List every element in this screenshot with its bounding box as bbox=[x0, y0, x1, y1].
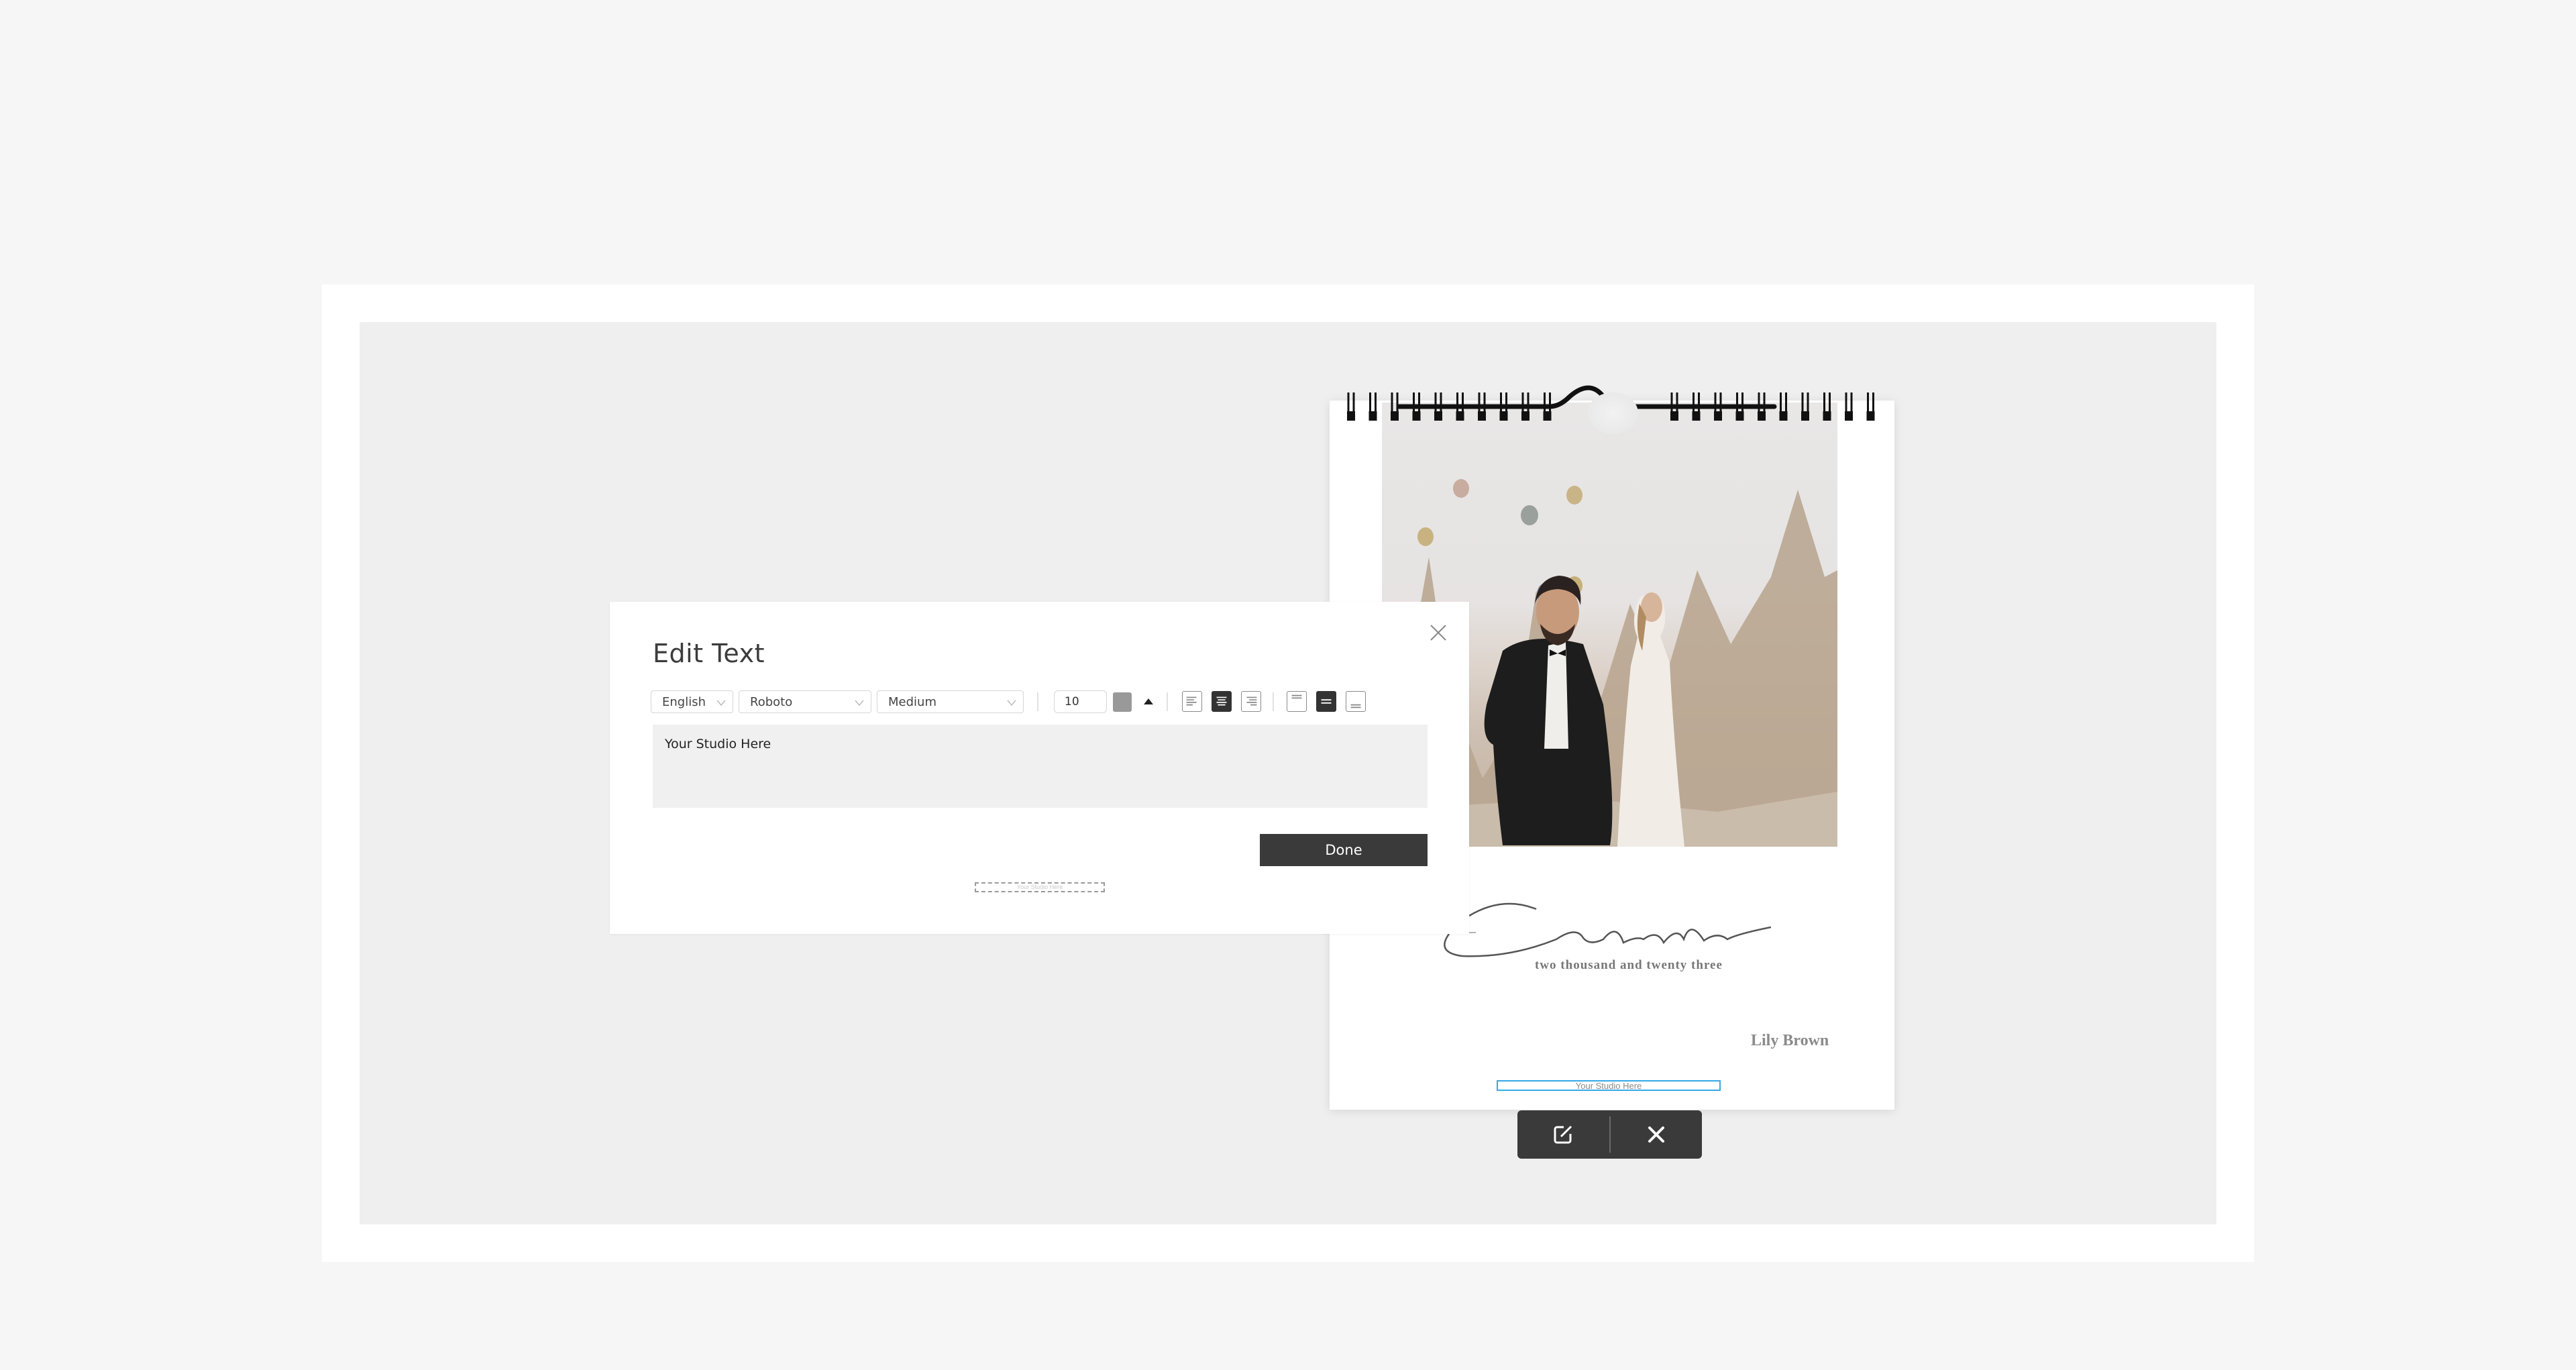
toolbar-divider bbox=[1037, 692, 1038, 711]
dialog-title: Edit Text bbox=[653, 639, 765, 668]
spiral-coil-base bbox=[1779, 411, 1788, 421]
font-size-input[interactable] bbox=[1054, 690, 1107, 713]
studio-text: Your Studio Here bbox=[1575, 1080, 1642, 1091]
font-select-value: Roboto bbox=[750, 694, 793, 709]
edit-text-dialog: Edit Text English Roboto Medium 10 Your … bbox=[610, 602, 1469, 934]
font-weight-select[interactable]: Medium bbox=[877, 690, 1024, 713]
spiral-coil-base bbox=[1692, 411, 1701, 421]
spiral-coil-base bbox=[1758, 411, 1766, 421]
spiral-coil-base bbox=[1456, 411, 1464, 421]
element-toolbar bbox=[1517, 1110, 1702, 1159]
align-center-button[interactable] bbox=[1212, 691, 1232, 712]
edit-icon bbox=[1554, 1125, 1572, 1144]
valign-middle-button[interactable] bbox=[1316, 691, 1336, 712]
spiral-coil-base bbox=[1845, 411, 1853, 421]
remove-element-button[interactable] bbox=[1611, 1110, 1703, 1159]
close-icon bbox=[1430, 625, 1446, 641]
language-select[interactable]: English bbox=[651, 690, 733, 713]
align-right-button[interactable] bbox=[1241, 691, 1261, 712]
text-format-toolbar: English Roboto Medium bbox=[651, 690, 1429, 713]
spiral-coil-base bbox=[1478, 411, 1486, 421]
align-right-icon bbox=[1246, 696, 1257, 706]
text-preview-label: Your Studio Here bbox=[1016, 884, 1063, 890]
spiral-coil-base bbox=[1521, 411, 1529, 421]
valign-bottom-icon bbox=[1350, 704, 1361, 708]
text-content-input[interactable]: Your Studio Here bbox=[653, 725, 1428, 808]
spiral-coil-base bbox=[1368, 411, 1377, 421]
valign-bottom-button[interactable] bbox=[1346, 691, 1366, 712]
chevron-down-icon bbox=[716, 700, 726, 706]
spiral-coil-base bbox=[1670, 411, 1678, 421]
spiral-coil-base bbox=[1735, 411, 1744, 421]
language-select-value: English bbox=[662, 694, 706, 709]
calendar-subtitle[interactable]: two thousand and twenty three bbox=[1535, 958, 1763, 973]
chevron-down-icon bbox=[1007, 700, 1016, 706]
spiral-coil-base bbox=[1412, 411, 1421, 421]
caret-up-icon[interactable] bbox=[1143, 697, 1154, 705]
spiral-coil-base bbox=[1347, 411, 1355, 421]
font-weight-select-value: Medium bbox=[888, 694, 936, 709]
calendar-title-script: Calendar bbox=[1422, 902, 1771, 957]
valign-top-button[interactable] bbox=[1287, 691, 1307, 712]
hanger-hole bbox=[1587, 392, 1638, 434]
spiral-coil-base bbox=[1391, 411, 1399, 421]
spiral-coil-base bbox=[1434, 411, 1442, 421]
spiral-coil-base bbox=[1823, 411, 1831, 421]
toolbar-divider bbox=[1167, 692, 1168, 711]
align-left-button[interactable] bbox=[1182, 691, 1202, 712]
spiral-coil-base bbox=[1543, 411, 1552, 421]
spiral-coil-base bbox=[1714, 411, 1722, 421]
text-color-swatch[interactable] bbox=[1113, 692, 1132, 712]
font-select[interactable]: Roboto bbox=[739, 690, 871, 713]
selected-text-element[interactable]: Your Studio Here bbox=[1497, 1080, 1721, 1091]
spiral-coil-base bbox=[1499, 411, 1508, 421]
valign-middle-icon bbox=[1321, 699, 1332, 704]
align-center-icon bbox=[1216, 696, 1227, 706]
align-left-icon bbox=[1186, 696, 1197, 706]
text-preview: Your Studio Here bbox=[975, 882, 1105, 892]
chevron-down-icon bbox=[855, 700, 864, 706]
dialog-close-button[interactable] bbox=[1430, 624, 1447, 641]
edit-element-button[interactable] bbox=[1517, 1110, 1609, 1159]
toolbar-divider bbox=[1273, 692, 1274, 711]
close-icon bbox=[1648, 1126, 1664, 1143]
done-button[interactable]: Done bbox=[1260, 834, 1428, 866]
spiral-coil-base bbox=[1866, 411, 1875, 421]
valign-top-icon bbox=[1291, 694, 1302, 699]
calendar-name[interactable]: Lily Brown bbox=[1751, 1032, 1838, 1050]
spiral-coil-base bbox=[1801, 411, 1809, 421]
